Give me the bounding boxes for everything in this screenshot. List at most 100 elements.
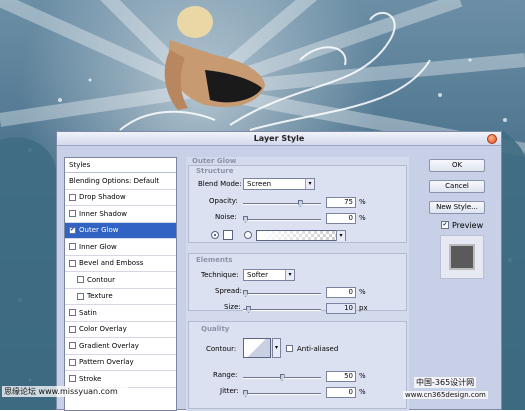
preview-label: Preview bbox=[452, 221, 484, 230]
style-checkbox[interactable] bbox=[69, 375, 76, 383]
surfer-figure bbox=[164, 6, 265, 110]
style-item-label: Stroke bbox=[79, 374, 102, 383]
watermark-left: 思缘论坛 www.missyuan.com bbox=[2, 386, 128, 397]
style-item-satin[interactable]: Satin bbox=[65, 305, 176, 322]
size-label: Size: bbox=[224, 303, 241, 311]
style-item-label: Texture bbox=[87, 292, 113, 301]
style-item-bevel-and-emboss[interactable]: Bevel and Emboss bbox=[65, 256, 176, 272]
close-button[interactable] bbox=[487, 134, 497, 144]
opacity-label: Opacity: bbox=[209, 197, 238, 205]
elements-title: Elements bbox=[196, 256, 233, 264]
noise-unit: % bbox=[359, 214, 366, 222]
style-item-label: Inner Glow bbox=[79, 242, 117, 251]
style-preview bbox=[440, 235, 484, 279]
style-item-blending-options-default[interactable]: Blending Options: Default bbox=[65, 173, 176, 190]
preview-checkbox[interactable]: ✔ bbox=[441, 221, 449, 229]
checkmark-icon: ✔ bbox=[442, 221, 448, 228]
style-item-texture[interactable]: Texture bbox=[65, 289, 176, 305]
spread-slider[interactable] bbox=[243, 290, 321, 297]
style-item-inner-shadow[interactable]: Inner Shadow bbox=[65, 206, 176, 223]
cancel-button[interactable]: Cancel bbox=[429, 180, 485, 193]
style-item-outer-glow[interactable]: ✔ Outer Glow bbox=[65, 222, 176, 239]
style-item-contour[interactable]: Contour bbox=[65, 272, 176, 289]
chevron-down-icon: ▾ bbox=[305, 179, 314, 189]
jitter-field[interactable]: 0 bbox=[326, 387, 356, 398]
outer-glow-settings: Outer Glow Structure Blend Mode: Screen … bbox=[186, 157, 409, 411]
style-item-inner-glow[interactable]: Inner Glow bbox=[65, 239, 176, 256]
spread-label: Spread: bbox=[215, 287, 243, 295]
gradient-radio[interactable] bbox=[244, 231, 252, 239]
size-field[interactable]: 10 bbox=[326, 303, 356, 314]
style-item-label: Outer Glow bbox=[79, 226, 119, 235]
chevron-down-icon: ▾ bbox=[285, 270, 294, 280]
contour-dropdown[interactable]: ▾ bbox=[272, 338, 281, 358]
style-item-label: Blending Options: Default bbox=[69, 176, 160, 185]
style-item-pattern-overlay[interactable]: Pattern Overlay bbox=[65, 355, 176, 371]
glow-color-swatch[interactable] bbox=[223, 230, 233, 240]
style-checkbox[interactable] bbox=[69, 342, 76, 350]
title-bar[interactable]: Layer Style bbox=[57, 132, 501, 146]
range-label: Range: bbox=[213, 371, 238, 379]
noise-label: Noise: bbox=[215, 213, 237, 221]
style-item-label: Pattern Overlay bbox=[79, 358, 134, 367]
technique-label: Technique: bbox=[201, 271, 239, 279]
blend-mode-label: Blend Mode: bbox=[198, 180, 242, 188]
range-slider[interactable] bbox=[243, 374, 321, 381]
size-slider[interactable] bbox=[243, 306, 321, 313]
styles-list: Styles Blending Options: Default Drop Sha… bbox=[64, 157, 177, 411]
technique-value: Softer bbox=[247, 271, 268, 279]
solid-color-radio[interactable] bbox=[211, 231, 219, 239]
style-checkbox[interactable]: ✔ bbox=[69, 226, 76, 234]
style-checkbox[interactable] bbox=[69, 210, 76, 218]
jitter-label: Jitter: bbox=[220, 387, 239, 395]
style-item-label: Drop Shadow bbox=[79, 193, 126, 202]
opacity-field[interactable]: 75 bbox=[326, 197, 356, 208]
quality-group bbox=[188, 321, 407, 409]
contour-label: Contour: bbox=[206, 345, 237, 353]
watermark-right-line2: www.cn365design.com bbox=[403, 391, 488, 399]
contour-picker[interactable] bbox=[243, 338, 271, 358]
gradient-dropdown[interactable]: ▾ bbox=[336, 230, 346, 241]
style-item-color-overlay[interactable]: Color Overlay bbox=[65, 322, 176, 338]
style-checkbox[interactable] bbox=[77, 276, 84, 284]
opacity-slider[interactable] bbox=[243, 200, 321, 207]
chevron-down-icon: ▾ bbox=[273, 339, 280, 357]
style-checkbox[interactable] bbox=[69, 259, 76, 267]
chevron-down-icon: ▾ bbox=[337, 231, 345, 241]
style-item-label: Color Overlay bbox=[79, 325, 127, 334]
range-unit: % bbox=[359, 372, 366, 380]
anti-aliased-label: Anti-aliased bbox=[297, 345, 339, 353]
technique-select[interactable]: Softer ▾ bbox=[243, 269, 295, 281]
style-checkbox[interactable] bbox=[69, 193, 76, 201]
size-slider-thumb[interactable] bbox=[245, 306, 251, 313]
jitter-slider[interactable] bbox=[243, 390, 321, 397]
style-item-label: Gradient Overlay bbox=[79, 341, 139, 350]
ok-button[interactable]: OK bbox=[429, 159, 485, 172]
styles-header[interactable]: Styles bbox=[65, 158, 176, 173]
style-item-gradient-overlay[interactable]: Gradient Overlay bbox=[65, 338, 176, 355]
noise-field[interactable]: 0 bbox=[326, 213, 356, 224]
blend-mode-select[interactable]: Screen ▾ bbox=[243, 178, 315, 190]
style-item-label: Satin bbox=[79, 308, 97, 317]
style-item-drop-shadow[interactable]: Drop Shadow bbox=[65, 190, 176, 206]
size-unit: px bbox=[359, 304, 368, 312]
style-checkbox[interactable] bbox=[77, 292, 84, 300]
gradient-picker[interactable] bbox=[256, 230, 344, 241]
anti-aliased-checkbox[interactable] bbox=[286, 345, 293, 352]
opacity-unit: % bbox=[359, 198, 366, 206]
style-checkbox[interactable] bbox=[69, 309, 76, 317]
style-item-label: Inner Shadow bbox=[79, 209, 127, 218]
style-checkbox[interactable] bbox=[69, 358, 76, 366]
style-checkbox[interactable] bbox=[69, 243, 76, 251]
spread-unit: % bbox=[359, 288, 366, 296]
structure-title: Structure bbox=[196, 167, 234, 175]
jitter-unit: % bbox=[359, 388, 366, 396]
style-item-label: Contour bbox=[87, 275, 115, 284]
style-checkbox[interactable] bbox=[69, 325, 76, 333]
outer-glow-section-title: Outer Glow bbox=[192, 157, 237, 165]
range-field[interactable]: 50 bbox=[326, 371, 356, 382]
noise-slider[interactable] bbox=[243, 216, 321, 223]
dialog-title: Layer Style bbox=[253, 134, 305, 143]
new-style-button[interactable]: New Style... bbox=[429, 201, 485, 214]
spread-field[interactable]: 0 bbox=[326, 287, 356, 298]
